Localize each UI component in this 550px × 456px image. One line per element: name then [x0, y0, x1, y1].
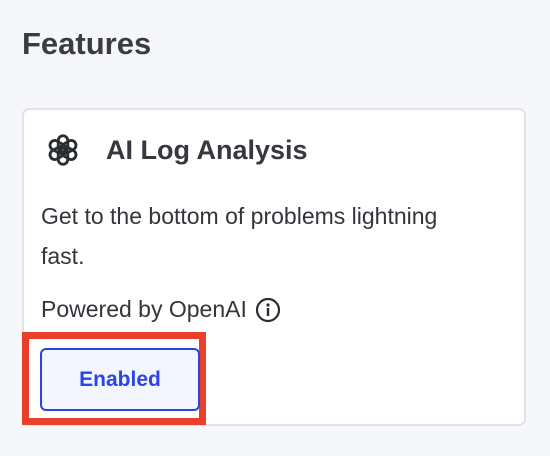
powered-by-text: Powered by OpenAI — [41, 296, 247, 322]
section-title: Features — [22, 26, 152, 61]
feature-title: AI Log Analysis — [106, 135, 308, 165]
info-icon[interactable] — [255, 297, 281, 323]
powered-by: Powered by OpenAI — [41, 296, 281, 323]
openai-logo-icon — [48, 134, 78, 166]
feature-description: Get to the bottom of problems lightning … — [41, 203, 438, 269]
enabled-button[interactable]: Enabled — [40, 348, 200, 411]
